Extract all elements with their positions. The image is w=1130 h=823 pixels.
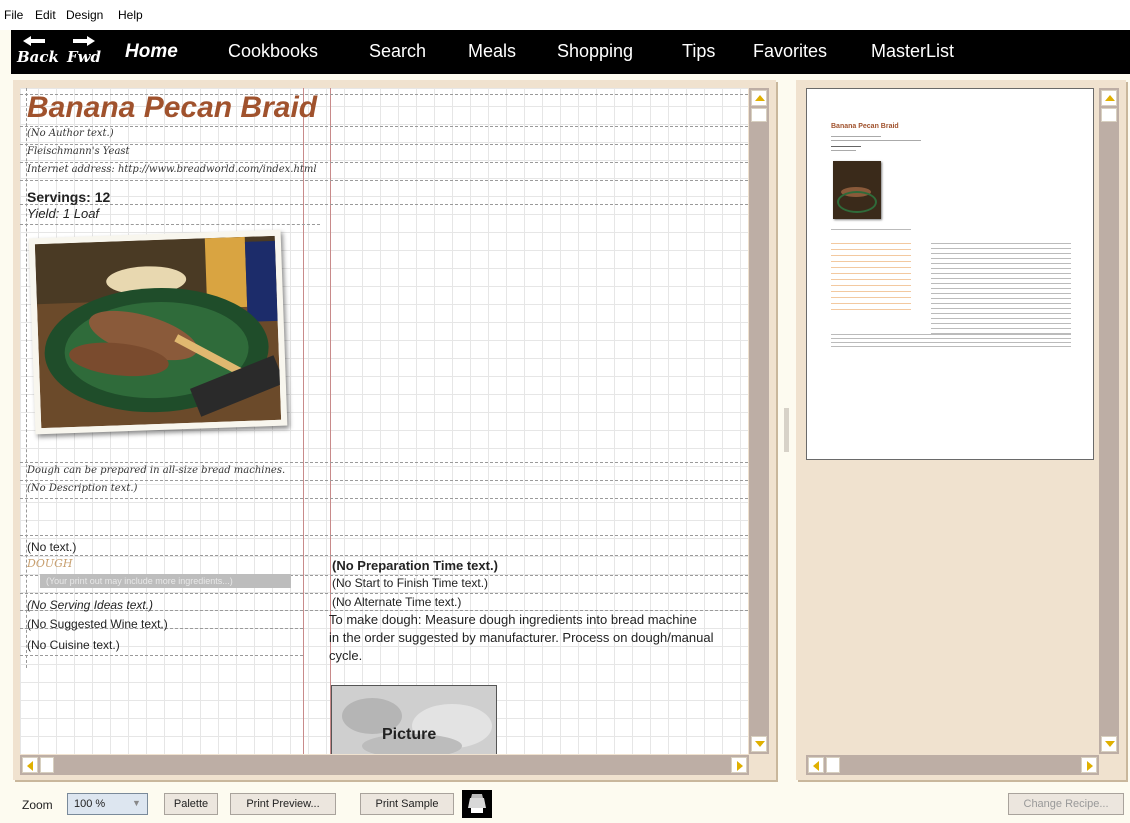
picture-placeholder[interactable]: Picture <box>331 685 497 754</box>
alternate-time-field[interactable]: (No Alternate Time text.) <box>332 595 461 609</box>
prep-time-field[interactable]: (No Preparation Time text.) <box>332 558 498 573</box>
print-sample-button[interactable]: Print Sample <box>360 793 454 815</box>
layout-canvas[interactable]: Banana Pecan Braid (No Author text.) Fle… <box>20 88 748 754</box>
author-field[interactable]: (No Author text.) <box>27 128 114 139</box>
margin-guide <box>26 88 27 668</box>
ingredient-placeholder[interactable]: (Your print out may include more ingredi… <box>40 574 291 588</box>
change-recipe-button[interactable]: Change Recipe... <box>1008 793 1124 815</box>
bread-photo-icon <box>34 235 282 429</box>
left-arrow-icon <box>813 761 819 771</box>
menu-help[interactable]: Help <box>118 8 143 22</box>
scroll-thumb[interactable] <box>1101 108 1117 122</box>
wine-field[interactable]: (No Suggested Wine text.) <box>27 617 168 631</box>
scroll-down-button[interactable] <box>751 736 767 752</box>
no-text-field[interactable]: (No text.) <box>27 540 76 554</box>
preview-photo <box>833 161 881 219</box>
zoom-label: Zoom <box>22 798 53 812</box>
up-arrow-icon <box>1105 95 1115 101</box>
scroll-up-button[interactable] <box>751 90 767 106</box>
menu-bar: File Edit Design Help <box>0 0 1130 30</box>
yield-field[interactable]: Yield: 1 Loaf <box>27 206 99 221</box>
picture-label: Picture <box>382 726 437 743</box>
instructions-line-3[interactable]: cycle. <box>329 648 362 663</box>
serving-ideas-field[interactable]: (No Serving Ideas text.) <box>27 598 153 612</box>
nav-cookbooks[interactable]: Cookbooks <box>228 41 318 62</box>
recipe-title[interactable]: Banana Pecan Braid <box>27 91 317 125</box>
scroll-down-button[interactable] <box>1101 736 1117 752</box>
chevron-down-icon: ▼ <box>132 798 141 808</box>
nav-favorites[interactable]: Favorites <box>753 41 827 62</box>
nav-masterlist[interactable]: MasterList <box>871 41 954 62</box>
splitter-handle[interactable] <box>784 408 789 452</box>
left-arrow-icon <box>27 761 33 771</box>
print-preview-button[interactable]: Print Preview... <box>230 793 336 815</box>
start-finish-field[interactable]: (No Start to Finish Time text.) <box>332 576 488 590</box>
down-arrow-icon <box>1105 741 1115 747</box>
scroll-left-button[interactable] <box>808 757 824 773</box>
nav-bar: Back Fwd Home Cookbooks Search Meals Sho… <box>11 30 1130 74</box>
zoom-value: 100 % <box>74 798 106 810</box>
designer-hscroll[interactable] <box>20 755 749 775</box>
instructions-line-2[interactable]: in the order suggested by manufacturer. … <box>329 630 713 645</box>
cuisine-field[interactable]: (No Cuisine text.) <box>27 638 120 652</box>
right-arrow-icon <box>1087 761 1093 771</box>
note-field[interactable]: Dough can be prepared in all-size bread … <box>27 465 285 476</box>
preview-text-lines <box>831 229 1081 349</box>
scroll-thumb[interactable] <box>751 108 767 122</box>
preview-vscroll[interactable] <box>1099 88 1119 754</box>
scroll-right-button[interactable] <box>1081 757 1097 773</box>
palette-button[interactable]: Palette <box>164 793 218 815</box>
nav-home[interactable]: Home <box>125 41 178 63</box>
preview-title: Banana Pecan Braid <box>831 123 899 130</box>
description-field[interactable]: (No Description text.) <box>27 483 137 494</box>
right-arrow-icon <box>73 36 95 46</box>
nav-search[interactable]: Search <box>369 41 426 62</box>
column-guide <box>303 88 304 754</box>
forward-label: Fwd <box>67 48 102 66</box>
up-arrow-icon <box>755 95 765 101</box>
forward-button[interactable]: Fwd <box>67 30 102 74</box>
back-button[interactable]: Back <box>17 30 59 74</box>
designer-vscroll[interactable] <box>749 88 769 754</box>
source-field[interactable]: Fleischmann's Yeast <box>27 146 130 157</box>
preview-hscroll[interactable] <box>806 755 1099 775</box>
recipe-photo[interactable] <box>28 229 288 435</box>
page-preview[interactable]: Banana Pecan Braid <box>806 88 1094 460</box>
nav-tips[interactable]: Tips <box>682 41 715 62</box>
scroll-thumb[interactable] <box>826 757 840 773</box>
section-heading[interactable]: DOUGH <box>27 557 73 570</box>
down-arrow-icon <box>755 741 765 747</box>
preview-meta-lines <box>831 133 921 154</box>
nav-shopping[interactable]: Shopping <box>557 41 633 62</box>
instructions-line-1[interactable]: To make dough: Measure dough ingredients… <box>329 612 697 627</box>
scroll-right-button[interactable] <box>731 757 747 773</box>
back-label: Back <box>17 48 59 66</box>
zoom-select[interactable]: 100 % ▼ <box>67 793 148 815</box>
servings-field[interactable]: Servings: 12 <box>27 189 110 205</box>
left-arrow-icon <box>23 36 45 46</box>
right-arrow-icon <box>737 761 743 771</box>
printer-icon <box>468 794 486 813</box>
scroll-up-button[interactable] <box>1101 90 1117 106</box>
nav-meals[interactable]: Meals <box>468 41 516 62</box>
menu-edit[interactable]: Edit <box>35 8 56 22</box>
menu-file[interactable]: File <box>4 8 23 22</box>
scroll-left-button[interactable] <box>22 757 38 773</box>
menu-design[interactable]: Design <box>66 8 103 22</box>
scroll-thumb[interactable] <box>40 757 54 773</box>
printer-button[interactable] <box>462 790 492 818</box>
internet-field[interactable]: Internet address: http://www.breadworld.… <box>27 164 317 175</box>
